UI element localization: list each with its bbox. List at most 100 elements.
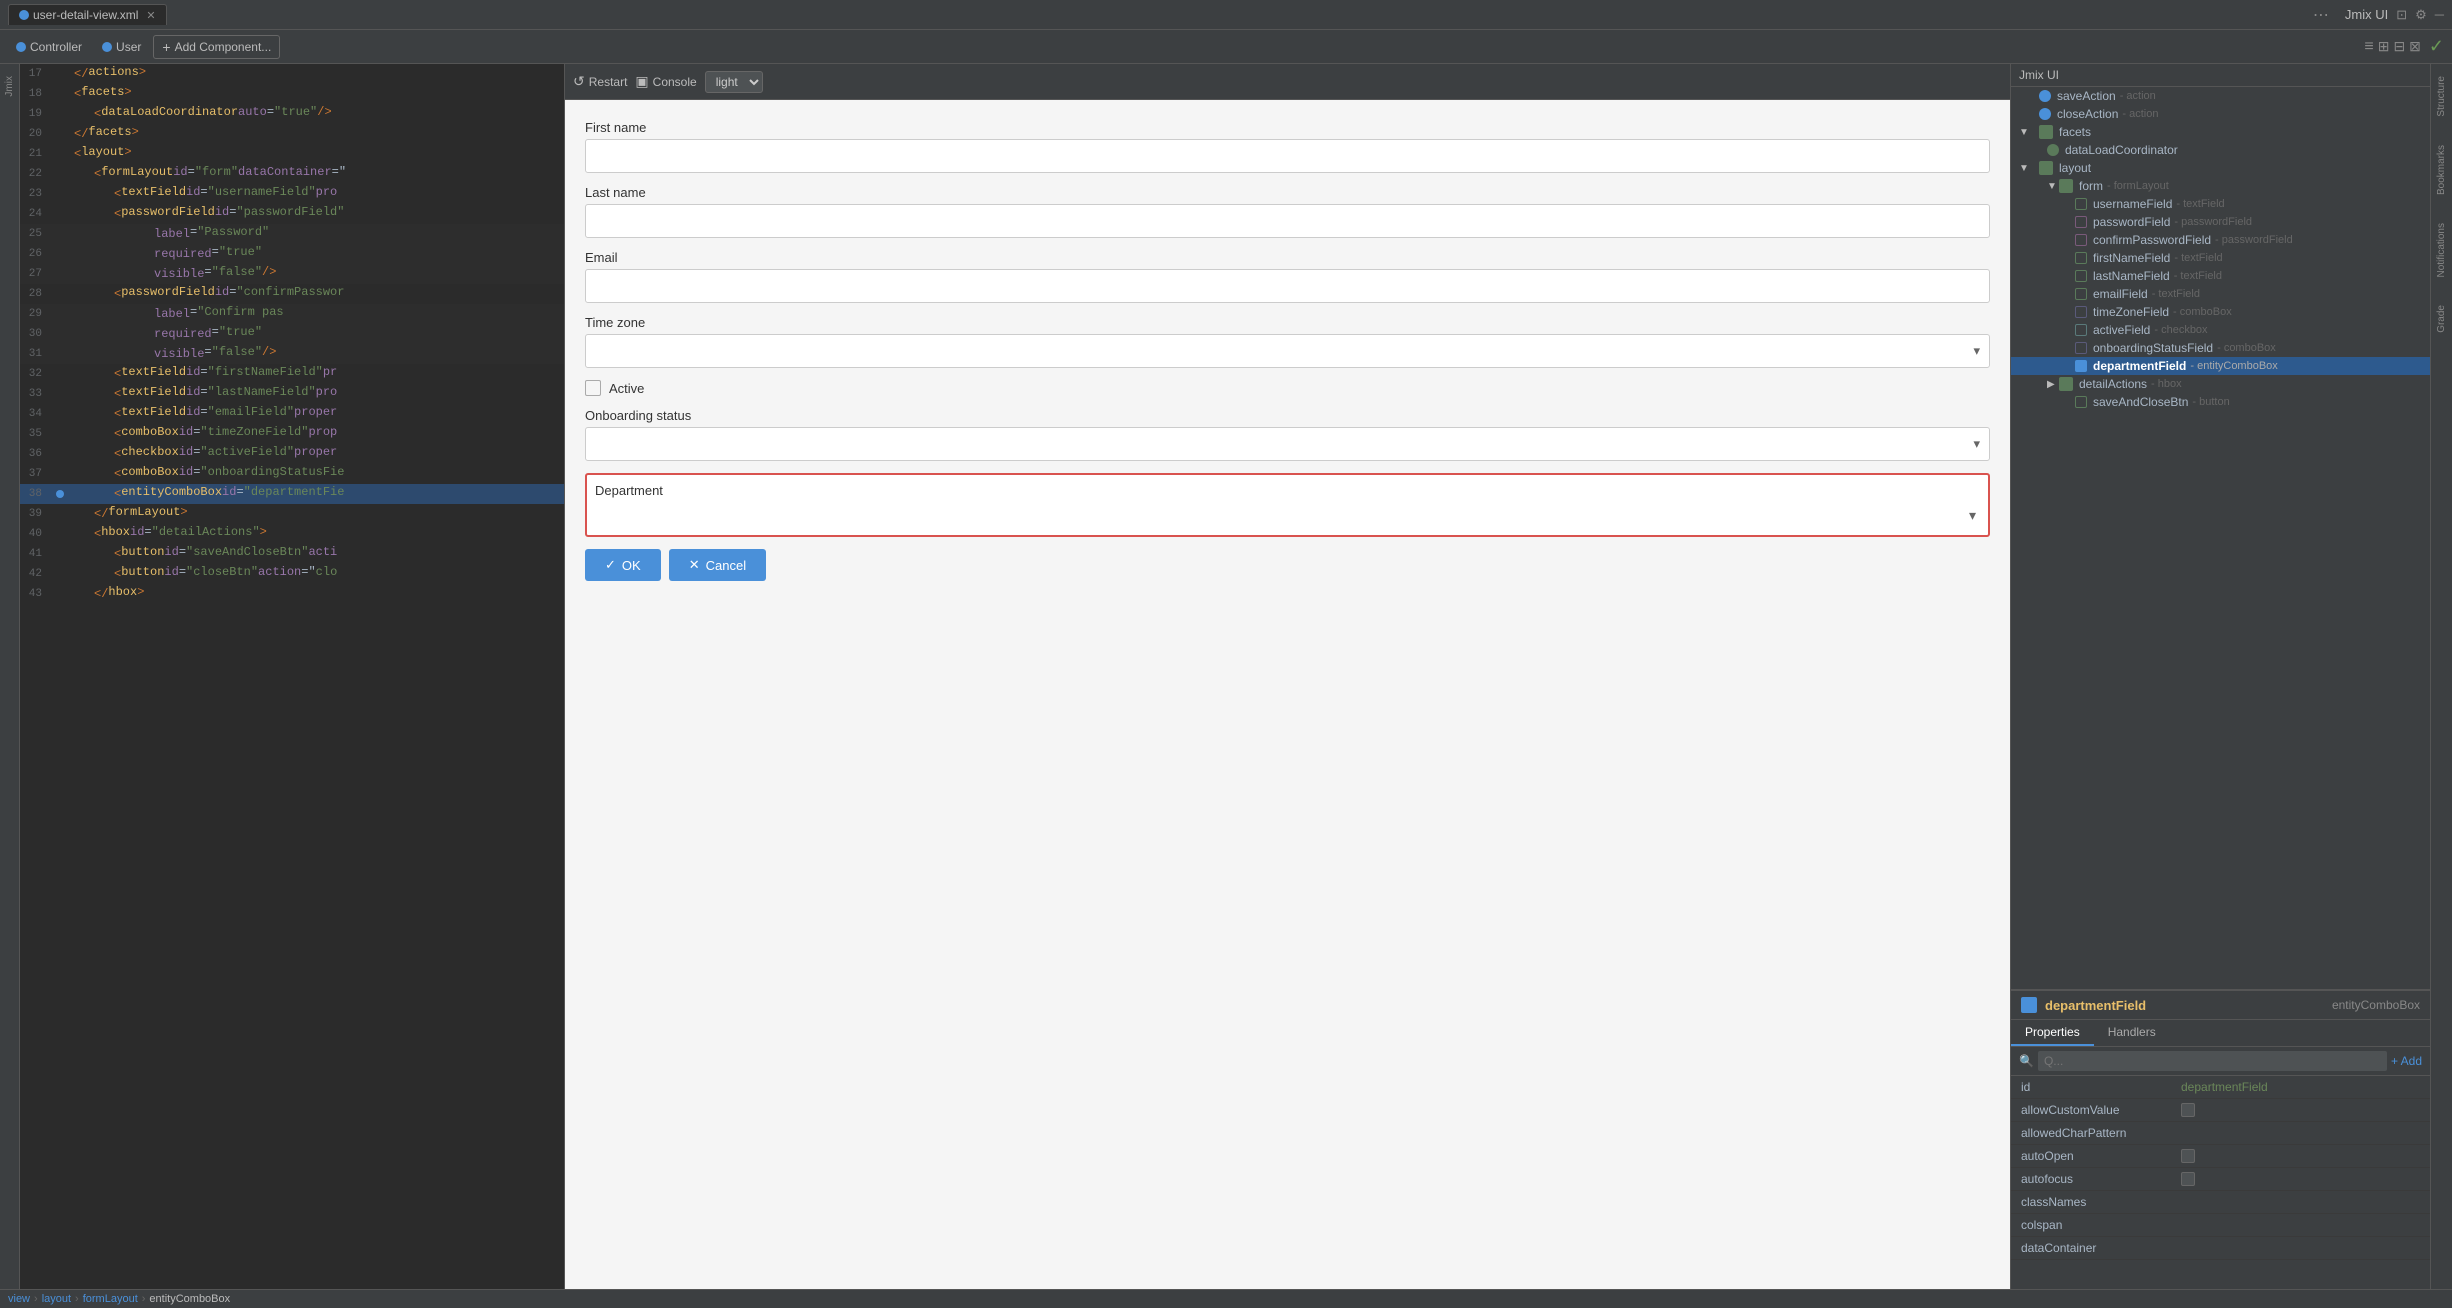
department-input[interactable]: [595, 504, 1969, 527]
tree-item-timeZoneField[interactable]: timeZoneField - comboBox: [2011, 303, 2430, 321]
code-line-32: 32 <textField id="firstNameField" pr: [20, 364, 564, 384]
auto-open-checkbox[interactable]: [2181, 1149, 2195, 1163]
cancel-label: Cancel: [706, 558, 746, 573]
tree-item-saveAction[interactable]: saveAction - action: [2011, 87, 2430, 105]
prop-row-autoOpen: autoOpen: [2011, 1145, 2430, 1168]
prop-search-input[interactable]: [2038, 1051, 2387, 1071]
line-num-22: 22: [20, 165, 50, 183]
tab-properties[interactable]: Properties: [2011, 1020, 2094, 1046]
structure-side-tab[interactable]: Structure: [2434, 72, 2449, 121]
department-field: Department ▾: [585, 473, 1990, 537]
tree-item-firstNameField[interactable]: firstNameField - textField: [2011, 249, 2430, 267]
grade-side-tab[interactable]: Grade: [2434, 301, 2449, 337]
last-name-input[interactable]: [585, 204, 1990, 238]
tree-item-departmentField[interactable]: departmentField - entityComboBox: [2011, 357, 2430, 375]
theme-select[interactable]: light dark: [705, 71, 763, 93]
prop-row-allowedCharPattern: allowedCharPattern: [2011, 1122, 2430, 1145]
timezone-label: Time zone: [585, 315, 1990, 330]
code-line-25: 25 label="Password": [20, 224, 564, 244]
controller-button[interactable]: Controller: [8, 37, 90, 57]
tree-item-emailField[interactable]: emailField - textField: [2011, 285, 2430, 303]
first-name-input[interactable]: [585, 139, 1990, 173]
code-line-35: 35 <comboBox id="timeZoneField" prop: [20, 424, 564, 444]
active-checkbox[interactable]: [585, 380, 601, 396]
code-line-40: 40 <hbox id="detailActions">: [20, 524, 564, 544]
tab-xml-label: user-detail-view.xml: [33, 8, 138, 22]
code-line-38[interactable]: 38 <entityComboBox id="departmentFie: [20, 484, 564, 504]
prop-row-dataContainer: dataContainer: [2011, 1237, 2430, 1260]
notifications-side-tab[interactable]: Notifications: [2434, 219, 2449, 281]
facets-icon: [2039, 125, 2053, 139]
line-num-19: 19: [20, 105, 50, 123]
breadcrumb-formLayout[interactable]: formLayout: [83, 1293, 138, 1305]
code-editor: 17 </actions> 18 <facets> 19 <dataLoadCo…: [20, 64, 564, 1289]
jmix-side-tab[interactable]: Jmix: [2, 72, 17, 101]
line-num-33: 33: [20, 385, 50, 403]
bookmarks-side-tab[interactable]: Bookmarks: [2434, 141, 2449, 199]
tree-item-usernameField[interactable]: usernameField - textField: [2011, 195, 2430, 213]
tree-item-layout[interactable]: ▼ layout: [2011, 159, 2430, 177]
allow-custom-checkbox[interactable]: [2181, 1103, 2195, 1117]
code-line-17: 17 </actions>: [20, 64, 564, 84]
tree-item-confirmPasswordField[interactable]: confirmPasswordField - passwordField: [2011, 231, 2430, 249]
cancel-button[interactable]: ✕ Cancel: [669, 549, 766, 581]
confirm-password-icon: [2075, 234, 2087, 246]
timezone-field: Time zone ▾: [585, 315, 1990, 368]
code-line-29: 29 label="Confirm pas: [20, 304, 564, 324]
tree-item-lastNameField[interactable]: lastNameField - textField: [2011, 267, 2430, 285]
password-field-icon: [2075, 216, 2087, 228]
timezone-select[interactable]: [585, 334, 1990, 368]
breadcrumb-sep-3: ›: [142, 1293, 146, 1305]
breadcrumb-layout[interactable]: layout: [42, 1293, 71, 1305]
grid-view-icon[interactable]: ⊞: [2378, 38, 2390, 55]
controller-icon: [16, 42, 26, 52]
expand-icon[interactable]: ⊠: [2409, 38, 2421, 55]
tree-item-closeAction[interactable]: closeAction - action: [2011, 105, 2430, 123]
onboarding-field-icon: [2075, 342, 2087, 354]
console-icon: ▣: [635, 73, 648, 90]
tree-item-dataLoadCoordinator[interactable]: dataLoadCoordinator: [2011, 141, 2430, 159]
breadcrumb-sep-1: ›: [34, 1293, 38, 1305]
prop-add-button[interactable]: + Add: [2391, 1054, 2422, 1068]
line-num-21: 21: [20, 145, 50, 163]
tree-item-saveAndCloseBtn[interactable]: saveAndCloseBtn - button: [2011, 393, 2430, 411]
tab-handlers[interactable]: Handlers: [2094, 1020, 2170, 1046]
line-num-18: 18: [20, 85, 50, 103]
add-component-button[interactable]: + Add Component...: [153, 35, 280, 59]
tree-item-passwordField[interactable]: passwordField - passwordField: [2011, 213, 2430, 231]
detail-actions-icon: [2059, 377, 2073, 391]
checkmark-icon: ✓: [2429, 36, 2444, 57]
search-icon-prop: 🔍: [2019, 1054, 2034, 1068]
breadcrumb-view[interactable]: view: [8, 1293, 30, 1305]
tree-item-activeField[interactable]: activeField - checkbox: [2011, 321, 2430, 339]
restart-button[interactable]: ↺ Restart: [573, 73, 627, 90]
code-line-24: 24 <passwordField id="passwordField": [20, 204, 564, 224]
tree-item-facets[interactable]: ▼ facets: [2011, 123, 2430, 141]
tree-item-form[interactable]: ▼ form - formLayout: [2011, 177, 2430, 195]
ok-button[interactable]: ✓ OK: [585, 549, 661, 581]
code-line-23: 23 <textField id="usernameField" pro: [20, 184, 564, 204]
department-dropdown-icon[interactable]: ▾: [1969, 507, 1980, 524]
autofocus-checkbox[interactable]: [2181, 1172, 2195, 1186]
breadcrumb-entityComboBox[interactable]: entityComboBox: [149, 1293, 230, 1305]
tree-item-onboardingStatusField[interactable]: onboardingStatusField - comboBox: [2011, 339, 2430, 357]
settings-icon[interactable]: ⚙: [2415, 7, 2427, 23]
form-preview: First name Last name Email Time zone: [565, 100, 2010, 1289]
ellipsis-icon[interactable]: ⋯: [2313, 5, 2329, 25]
user-button[interactable]: User: [94, 37, 149, 57]
code-line-31: 31 visible="false"/>: [20, 344, 564, 364]
list-view-icon[interactable]: ≡: [2364, 38, 2373, 56]
console-button[interactable]: ▣ Console: [635, 73, 696, 90]
line-num-28: 28: [20, 285, 50, 303]
tab-xml[interactable]: user-detail-view.xml ✕: [8, 4, 167, 25]
maximize-icon[interactable]: ⊡: [2396, 7, 2407, 23]
email-input[interactable]: [585, 269, 1990, 303]
tree-item-detailActions[interactable]: ▶ detailActions - hbox: [2011, 375, 2430, 393]
image-view-icon[interactable]: ⊟: [2393, 38, 2405, 55]
window-minimize-icon[interactable]: ─: [2435, 7, 2444, 22]
code-line-33: 33 <textField id="lastNameField" pro: [20, 384, 564, 404]
active-field: Active: [585, 380, 1990, 396]
breadcrumb-sep-2: ›: [75, 1293, 79, 1305]
tab-close-icon[interactable]: ✕: [146, 9, 155, 22]
onboarding-select[interactable]: [585, 427, 1990, 461]
